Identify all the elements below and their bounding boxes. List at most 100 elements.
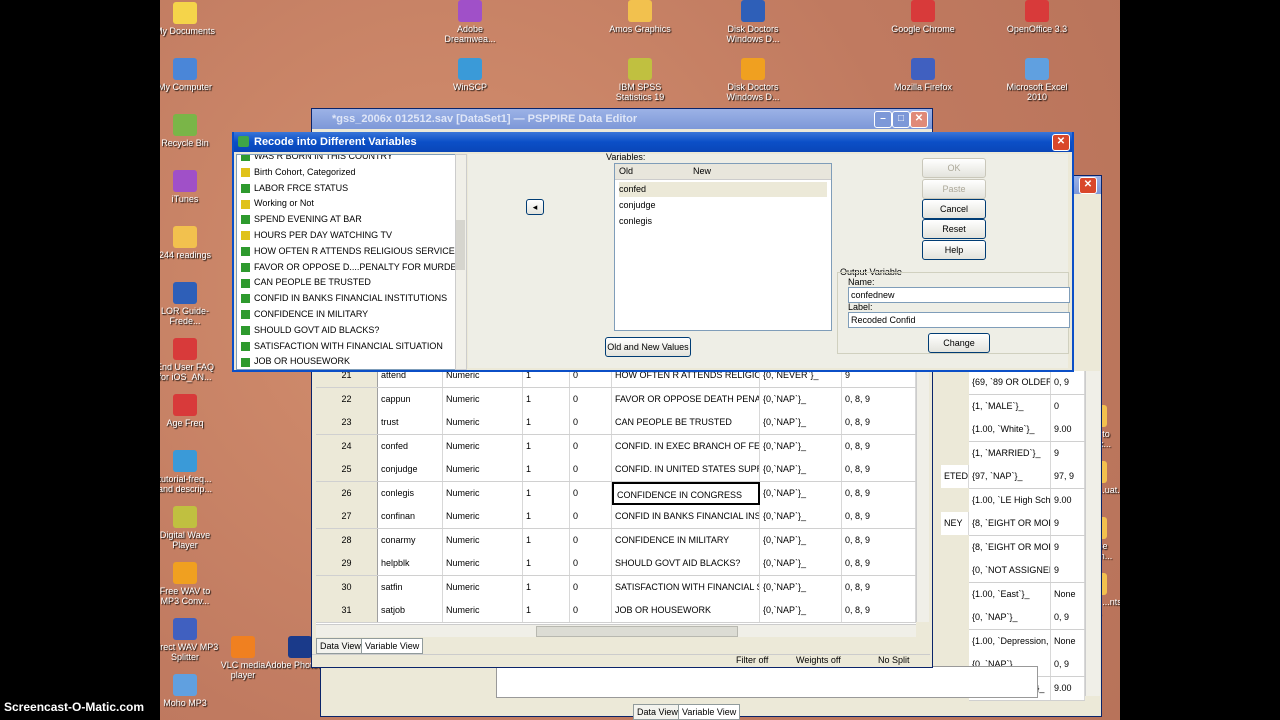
source-variable-item[interactable]: HOURS PER DAY WATCHING TV (241, 228, 392, 243)
cell-width[interactable]: 1 (523, 411, 570, 434)
back-editor-grid[interactable]: {69, `89 OR OLDER`} 0, 9 {1, `MALE`}_ 0 {1.0… (941, 371, 1085, 701)
cell-values[interactable]: {0,`NAP`}_ (760, 599, 842, 622)
cell-dec[interactable]: 0 (570, 458, 612, 481)
table-row[interactable]: {1, `MARRIED`}_ 9 (969, 441, 1085, 466)
maximize-icon[interactable]: □ (892, 111, 910, 128)
recode-dialog-titlebar[interactable]: Recode into Different Variables ✕ (234, 132, 1072, 152)
paste-button[interactable]: Paste (922, 179, 986, 199)
cell-missing[interactable]: 0, 9 (1051, 371, 1085, 394)
table-row[interactable]: {1, `MALE`}_ 0 (969, 394, 1085, 419)
desktop-icon[interactable]: tutorial-freq... and descrip... (160, 450, 220, 494)
cell-width[interactable]: 1 (523, 434, 570, 458)
cell-missing[interactable]: 9.00 (1051, 488, 1085, 512)
cell-missing[interactable]: 9 (1051, 512, 1085, 535)
desktop-icon[interactable]: Free WAV to MP3 Conv... (160, 562, 220, 606)
table-row[interactable]: 31 satjob Numeric 1 0 JOB OR HOUSEWORK {0,`NAP… (316, 599, 916, 623)
desktop-icon[interactable]: Disk Doctors Windows D... (718, 58, 788, 102)
cell-values[interactable]: {1.00, `White`}_ (969, 418, 1051, 441)
cell-label[interactable]: FAVOR OR OPPOSE DEATH PENALTY FO (612, 387, 760, 411)
cell-type[interactable]: Numeric (443, 458, 523, 481)
cell-num[interactable]: 25 (316, 458, 378, 481)
cell-dec[interactable]: 0 (570, 411, 612, 434)
table-row[interactable]: 29 helpblk Numeric 1 0 SHOULD GOVT AID BLACKS… (316, 552, 916, 576)
cell-width[interactable]: 1 (523, 458, 570, 481)
label-field[interactable]: Recoded Confid (848, 312, 1070, 328)
cell-values[interactable]: {1.00, `East`}_ (969, 582, 1051, 606)
table-row[interactable]: {1.00, `LE High School9.00 (969, 488, 1085, 513)
cell-missing[interactable]: 0, 9 (1051, 606, 1085, 629)
cell-name[interactable]: conarmy (378, 528, 443, 552)
cell-label[interactable]: CAN PEOPLE BE TRUSTED (612, 411, 760, 434)
desktop-icon[interactable]: Disk Doctors Windows D... (718, 0, 788, 44)
cell-values[interactable]: {0,`NAP`}_ (760, 458, 842, 481)
cell-type[interactable]: Numeric (443, 552, 523, 575)
desktop-icon[interactable]: Digital Wave Player (160, 506, 220, 550)
cell-num[interactable]: 27 (316, 505, 378, 528)
cell-width[interactable]: 1 (523, 599, 570, 622)
cell-type[interactable]: Numeric (443, 481, 523, 505)
cell-name[interactable]: cappun (378, 387, 443, 411)
cell-missing[interactable]: 9 (1051, 559, 1085, 582)
cell-type[interactable]: Numeric (443, 434, 523, 458)
cell-missing[interactable]: 0, 8, 9 (842, 434, 916, 458)
cell-dec[interactable]: 0 (570, 599, 612, 622)
old-and-new-values-button[interactable]: Old and New Values (605, 337, 691, 357)
cell-num[interactable]: 23 (316, 411, 378, 434)
close-icon[interactable]: ✕ (910, 111, 928, 128)
cell-name[interactable]: satjob (378, 599, 443, 622)
table-row[interactable]: 27 confinan Numeric 1 0 CONFID IN BANKS FINAN… (316, 505, 916, 529)
table-row[interactable]: 26 conlegis Numeric 1 0 CONFIDENCE IN CONGRES… (316, 481, 916, 506)
cell-dec[interactable]: 0 (570, 575, 612, 599)
source-variable-item[interactable]: LABOR FRCE STATUS (241, 181, 348, 196)
cell-num[interactable]: 31 (316, 599, 378, 622)
name-field[interactable]: confednew (848, 287, 1070, 303)
cell-name[interactable]: conlegis (378, 481, 443, 505)
desktop-icon[interactable]: Microsoft Excel 2010 (1002, 58, 1072, 102)
desktop-icon[interactable]: My Documents (160, 2, 220, 36)
source-variable-item[interactable]: Working or Not (241, 196, 314, 211)
cell-values[interactable]: {1.00, `LE High School (969, 488, 1051, 512)
cell-values[interactable]: {0,`NAP`}_ (760, 505, 842, 528)
cell-missing[interactable]: 0, 8, 9 (842, 599, 916, 622)
desktop-icon[interactable]: Adobe Dreamwea... (435, 0, 505, 44)
source-variable-item[interactable]: HOW OFTEN R ATTENDS RELIGIOUS SERVICES (241, 244, 455, 259)
cell-values[interactable]: {8, `EIGHT OR MORE`} (969, 535, 1051, 559)
ok-button[interactable]: OK (922, 158, 986, 178)
cell-missing[interactable]: 0, 8, 9 (842, 481, 916, 505)
cell-missing[interactable]: 9 (1051, 535, 1085, 559)
table-row[interactable]: {1.00, `East`}_ None (969, 582, 1085, 607)
cancel-button[interactable]: Cancel (922, 199, 986, 219)
source-variable-item[interactable]: SPEND EVENING AT BAR (241, 212, 362, 227)
cell-type[interactable]: Numeric (443, 575, 523, 599)
cell-type[interactable]: Numeric (443, 505, 523, 528)
cell-values[interactable]: {0,`NAP`}_ (760, 528, 842, 552)
cell-values[interactable]: {0,`NAP`}_ (760, 481, 842, 505)
cell-label[interactable]: CONFIDENCE IN MILITARY (612, 528, 760, 552)
cell-label[interactable]: JOB OR HOUSEWORK (612, 599, 760, 622)
table-row[interactable]: 23 trust Numeric 1 0 CAN PEOPLE BE TRUSTED {0,… (316, 411, 916, 435)
cell-type[interactable]: Numeric (443, 528, 523, 552)
cell-values[interactable]: {0,`NAP`}_ (760, 387, 842, 411)
cell-name[interactable]: trust (378, 411, 443, 434)
cell-name[interactable]: satfin (378, 575, 443, 599)
source-variable-item[interactable]: Birth Cohort, Categorized (241, 165, 356, 180)
cell-missing[interactable]: None (1051, 629, 1085, 653)
cell-name[interactable]: helpblk (378, 552, 443, 575)
table-row[interactable]: {8, `EIGHT OR MORE`}9 NEY (941, 512, 1085, 536)
desktop-icon[interactable]: Recycle Bin (160, 114, 220, 148)
table-row[interactable]: {1.00, `Depression, W None (969, 629, 1085, 654)
cell-width[interactable]: 1 (523, 552, 570, 575)
data-editor-titlebar[interactable]: *gss_2006x 012512.sav [DataSet1] — PSPPI… (312, 109, 932, 129)
cell-num[interactable]: 28 (316, 528, 378, 552)
source-variable-list[interactable]: WAS R BORN IN THIS COUNTRY Birth Cohort, … (236, 154, 456, 370)
cell-missing[interactable]: 0, 8, 9 (842, 505, 916, 528)
cell-values[interactable]: {97, `NAP`}_ (969, 465, 1051, 488)
source-list-scrollbar[interactable] (455, 154, 467, 370)
tab-variable-view[interactable]: Variable View (361, 638, 424, 654)
close-icon[interactable]: ✕ (1079, 177, 1097, 194)
scroll-thumb[interactable] (456, 220, 465, 270)
cell-width[interactable]: 1 (523, 481, 570, 505)
source-variable-item[interactable]: SATISFACTION WITH FINANCIAL SITUATION (241, 339, 443, 354)
cell-missing[interactable]: 0, 8, 9 (842, 528, 916, 552)
table-row[interactable]: 30 satfin Numeric 1 0 SATISFACTION WITH FINAN… (316, 575, 916, 600)
